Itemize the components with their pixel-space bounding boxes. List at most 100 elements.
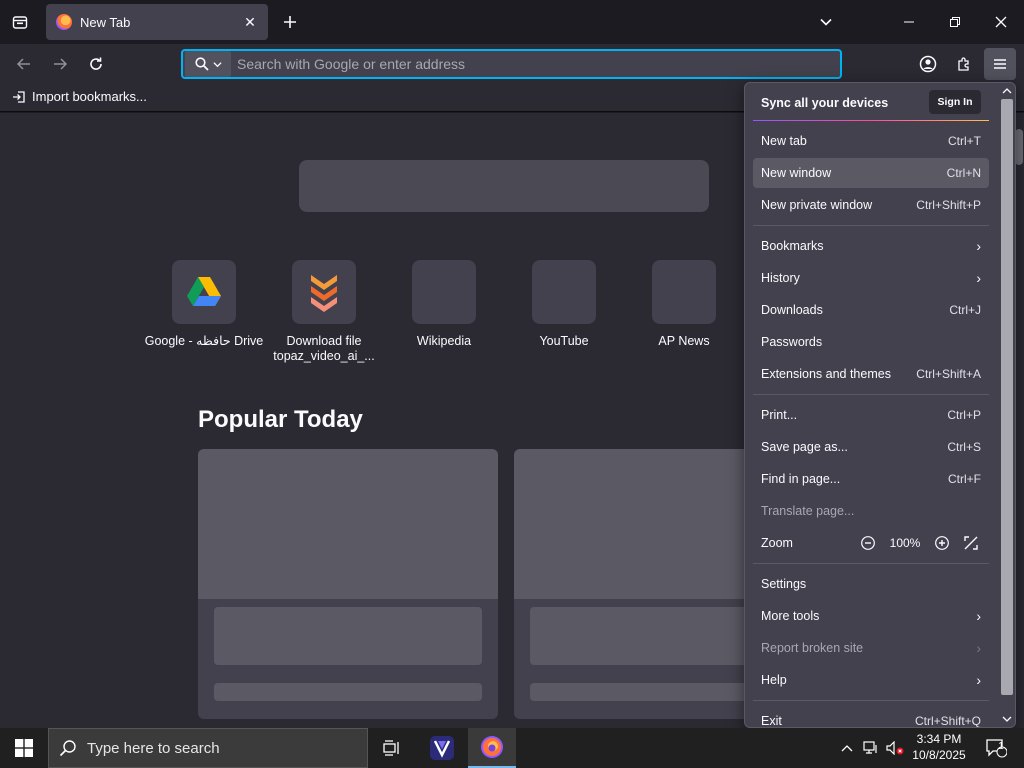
menu-scrollbar-thumb[interactable] bbox=[1001, 99, 1013, 695]
task-view-icon bbox=[383, 740, 399, 756]
shortcut-ap-news[interactable]: AP News bbox=[624, 260, 744, 349]
shortcut-download-file[interactable]: Download file topaz_video_ai_... bbox=[264, 260, 384, 364]
menu-item-label: New private window bbox=[761, 198, 873, 212]
story-card-placeholder[interactable] bbox=[198, 449, 498, 719]
scrollbar-thumb[interactable] bbox=[1015, 129, 1023, 165]
menu-item-shortcut: Ctrl+F bbox=[948, 472, 981, 486]
import-bookmarks-button[interactable]: Import bookmarks... bbox=[12, 89, 147, 104]
menu-separator bbox=[753, 563, 989, 564]
app-menu-button[interactable] bbox=[984, 48, 1016, 80]
menu-item-bookmarks[interactable]: Bookmarks › bbox=[753, 231, 989, 261]
extensions-button[interactable] bbox=[950, 50, 978, 78]
chevron-down-icon bbox=[820, 18, 832, 26]
new-tab-button[interactable] bbox=[278, 10, 302, 34]
zoom-out-button[interactable] bbox=[859, 534, 877, 552]
menu-item-label: History bbox=[761, 271, 800, 285]
back-button[interactable] bbox=[10, 50, 38, 78]
account-button[interactable] bbox=[914, 50, 942, 78]
volume-button[interactable] bbox=[884, 728, 906, 768]
hamburger-icon bbox=[994, 59, 1006, 69]
menu-item-report-broken-site: Report broken site › bbox=[753, 633, 989, 663]
reload-button[interactable] bbox=[82, 50, 110, 78]
network-button[interactable] bbox=[860, 728, 882, 768]
chevron-down-icon bbox=[212, 61, 222, 67]
menu-item-label: Bookmarks bbox=[761, 239, 824, 253]
menu-item-label: Passwords bbox=[761, 335, 823, 349]
firefox-view-button[interactable] bbox=[8, 10, 32, 34]
restore-icon bbox=[950, 17, 960, 27]
shortcut-label: AP News bbox=[658, 334, 710, 348]
menu-separator bbox=[753, 225, 989, 226]
shortcut-google-drive[interactable]: Google - حافظه Drive bbox=[144, 260, 264, 349]
search-engine-selector[interactable] bbox=[185, 51, 231, 77]
close-window-button[interactable] bbox=[978, 0, 1024, 44]
shortcut-label: Download file topaz_video_ai_... bbox=[273, 334, 375, 363]
clock-time: 3:34 PM bbox=[916, 732, 962, 746]
menu-item-label: Translate page... bbox=[761, 504, 855, 518]
menu-item-more-tools[interactable]: More tools › bbox=[753, 601, 989, 631]
zoom-in-button[interactable] bbox=[933, 534, 951, 552]
taskbar-app-firefox[interactable] bbox=[468, 728, 516, 768]
volume-muted-icon bbox=[886, 741, 904, 755]
taskbar-clock[interactable]: 3:34 PM 10/8/2025 bbox=[906, 731, 972, 763]
menu-item-new-private-window[interactable]: New private window Ctrl+Shift+P bbox=[753, 190, 989, 220]
firefox-favicon-icon bbox=[56, 14, 72, 30]
plus-icon bbox=[284, 16, 296, 28]
menu-item-help[interactable]: Help › bbox=[753, 665, 989, 695]
tab-title: New Tab bbox=[80, 14, 131, 30]
chevron-right-icon: › bbox=[976, 608, 981, 624]
shortcut-wikipedia[interactable]: Wikipedia bbox=[384, 260, 504, 349]
menu-item-history[interactable]: History › bbox=[753, 263, 989, 293]
fullscreen-icon bbox=[964, 536, 978, 550]
start-button[interactable] bbox=[0, 728, 48, 768]
menu-item-save-page[interactable]: Save page as... Ctrl+S bbox=[753, 432, 989, 462]
menu-item-find-in-page[interactable]: Find in page... Ctrl+F bbox=[753, 464, 989, 494]
menu-item-shortcut: Ctrl+T bbox=[948, 134, 981, 148]
forward-button[interactable] bbox=[46, 50, 74, 78]
windows-taskbar: Type here to search 3:34 PM 10/8/2025 1 bbox=[0, 728, 1024, 768]
menu-item-label: Downloads bbox=[761, 303, 823, 317]
close-icon bbox=[995, 16, 1007, 28]
menu-item-shortcut: Ctrl+Shift+P bbox=[916, 198, 981, 212]
minimize-button[interactable] bbox=[886, 0, 932, 44]
search-box-placeholder[interactable] bbox=[299, 160, 709, 212]
menu-item-settings[interactable]: Settings bbox=[753, 569, 989, 599]
menu-item-label: Help bbox=[761, 673, 787, 687]
arrow-left-icon bbox=[16, 58, 30, 70]
menu-item-exit[interactable]: Exit Ctrl+Shift+Q bbox=[753, 706, 989, 727]
taskbar-app-video[interactable] bbox=[418, 728, 466, 768]
minimize-icon bbox=[904, 21, 914, 23]
close-tab-icon[interactable]: ✕ bbox=[242, 14, 258, 30]
plus-circle-icon bbox=[935, 536, 949, 550]
menu-item-downloads[interactable]: Downloads Ctrl+J bbox=[753, 295, 989, 325]
shortcut-youtube[interactable]: YouTube bbox=[504, 260, 624, 349]
restore-button[interactable] bbox=[932, 0, 978, 44]
menu-item-new-window[interactable]: New window Ctrl+N bbox=[753, 158, 989, 188]
taskbar-search-box[interactable]: Type here to search bbox=[48, 728, 368, 768]
network-icon bbox=[863, 741, 877, 754]
fullscreen-button[interactable] bbox=[961, 533, 981, 553]
task-view-button[interactable] bbox=[368, 728, 416, 768]
menu-item-print[interactable]: Print... Ctrl+P bbox=[753, 400, 989, 430]
menu-separator bbox=[753, 700, 989, 701]
sign-in-button[interactable]: Sign In bbox=[929, 90, 981, 114]
menu-scrollbar[interactable] bbox=[998, 85, 1015, 725]
shortcut-label: Google - حافظه Drive bbox=[144, 334, 264, 348]
shortcut-label: YouTube bbox=[539, 334, 589, 348]
import-bookmarks-label: Import bookmarks... bbox=[32, 89, 147, 104]
list-all-tabs-button[interactable] bbox=[814, 10, 838, 34]
minus-circle-icon bbox=[861, 536, 875, 550]
show-hidden-icons-button[interactable] bbox=[836, 728, 858, 768]
menu-item-extensions-themes[interactable]: Extensions and themes Ctrl+Shift+A bbox=[753, 359, 989, 389]
import-icon bbox=[13, 90, 25, 103]
download-chevrons-icon bbox=[311, 275, 337, 312]
menu-separator bbox=[753, 394, 989, 395]
menu-item-passwords[interactable]: Passwords bbox=[753, 327, 989, 357]
notifications-button[interactable]: 1 bbox=[976, 728, 1016, 768]
url-input[interactable] bbox=[231, 51, 840, 77]
zoom-value[interactable]: 100% bbox=[887, 536, 923, 550]
tab-new-tab[interactable]: New Tab ✕ bbox=[46, 4, 268, 40]
shortcut-tile bbox=[412, 260, 476, 324]
menu-item-new-tab[interactable]: New tab Ctrl+T bbox=[753, 126, 989, 156]
chevron-right-icon: › bbox=[976, 238, 981, 254]
